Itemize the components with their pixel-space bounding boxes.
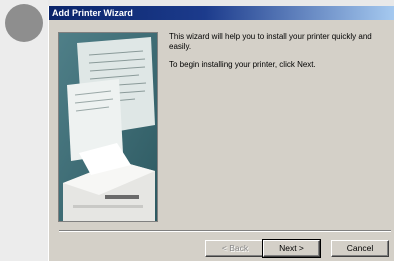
printer-illustration-icon	[58, 32, 158, 222]
next-button[interactable]: Next >	[262, 239, 321, 258]
window-title: Add Printer Wizard	[52, 8, 133, 18]
separator	[59, 230, 391, 232]
add-printer-wizard-window: Add Printer Wizard This wizard will help…	[48, 6, 394, 261]
left-strip	[0, 0, 48, 261]
titlebar[interactable]: Add Printer Wizard	[49, 6, 394, 20]
avatar	[5, 4, 43, 42]
intro-line-1: This wizard will help you to install you…	[169, 32, 372, 51]
back-button[interactable]: < Back	[205, 240, 265, 257]
cancel-button[interactable]: Cancel	[331, 240, 389, 257]
intro-text: This wizard will help you to install you…	[169, 32, 389, 79]
intro-line-2: To begin installing your printer, click …	[169, 60, 316, 69]
